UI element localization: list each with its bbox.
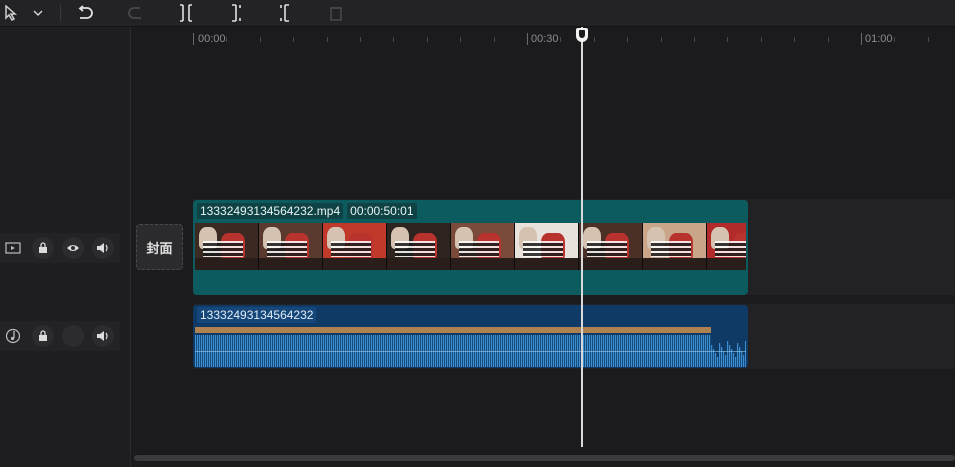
track-header-panel xyxy=(0,27,131,467)
video-thumbnail xyxy=(515,223,579,270)
ruler-label: 01:00 xyxy=(865,33,893,45)
ruler-tick xyxy=(293,37,295,42)
dropdown-chevron-icon[interactable] xyxy=(30,0,46,26)
audio-waveform xyxy=(195,327,746,367)
ruler-tick xyxy=(927,37,929,42)
ruler-tick xyxy=(426,37,428,42)
ruler-tick xyxy=(727,37,729,42)
video-thumbnail xyxy=(387,223,451,270)
video-thumbnail xyxy=(579,223,643,270)
redo-icon[interactable] xyxy=(125,0,147,26)
ruler-tick xyxy=(660,37,662,42)
split-left-icon[interactable] xyxy=(226,0,246,26)
video-thumbnail xyxy=(707,223,746,270)
audio-track-icon xyxy=(2,325,24,347)
cursor-icon[interactable] xyxy=(2,0,20,26)
video-thumbnail xyxy=(323,223,387,270)
playhead[interactable] xyxy=(581,27,583,447)
volume-icon[interactable] xyxy=(92,237,114,259)
ruler-tick xyxy=(393,37,395,42)
ruler-tick xyxy=(560,37,562,42)
eye-icon[interactable] xyxy=(62,237,84,259)
video-clip[interactable]: 13332493134564232.mp4 00:00:50:01 xyxy=(193,200,748,295)
ruler-tick xyxy=(627,37,629,42)
undo-icon[interactable] xyxy=(74,0,96,26)
time-ruler[interactable]: 00:00 00:30 01:00 xyxy=(131,27,955,53)
video-thumbnail xyxy=(451,223,515,270)
lock-icon[interactable] xyxy=(32,325,54,347)
video-thumbnail xyxy=(643,223,707,270)
ruler-label: 00:00 xyxy=(198,33,226,45)
split-icon[interactable] xyxy=(176,0,196,26)
ruler-tick xyxy=(894,37,896,42)
video-clip-duration: 00:00:50:01 xyxy=(347,203,417,219)
ruler-label: 00:30 xyxy=(531,33,559,45)
ruler-tick xyxy=(193,33,194,45)
volume-icon[interactable] xyxy=(92,325,114,347)
split-right-icon[interactable] xyxy=(275,0,295,26)
lock-icon[interactable] xyxy=(32,237,54,259)
ruler-tick xyxy=(360,37,361,42)
video-track-icon xyxy=(2,237,24,259)
horizontal-scrollbar[interactable] xyxy=(134,455,955,461)
cover-button[interactable]: 封面 xyxy=(136,224,183,270)
video-thumbnail-strip xyxy=(195,223,746,270)
audio-clip-name: 13332493134564232 xyxy=(197,307,317,323)
ruler-tick xyxy=(694,37,695,42)
ruler-tick xyxy=(493,37,495,42)
video-clip-header: 13332493134564232.mp4 00:00:50:01 xyxy=(197,203,417,219)
timeline-toolbar xyxy=(0,0,955,27)
ruler-tick xyxy=(794,37,796,42)
ruler-tick xyxy=(326,37,328,42)
ruler-tick xyxy=(827,37,829,42)
empty-control-slot xyxy=(62,325,84,347)
delete-icon[interactable] xyxy=(326,0,346,26)
audio-clip[interactable]: 13332493134564232 xyxy=(193,305,748,368)
video-track-controls xyxy=(0,233,120,263)
ruler-tick xyxy=(226,37,228,42)
ruler-tick xyxy=(460,37,462,42)
ruler-tick xyxy=(593,37,595,42)
ruler-tick xyxy=(527,33,528,45)
video-thumbnail xyxy=(259,223,323,270)
audio-track-controls xyxy=(0,321,120,351)
video-clip-name: 13332493134564232.mp4 xyxy=(197,203,344,219)
ruler-tick xyxy=(760,37,762,42)
playhead-handle[interactable] xyxy=(576,28,588,42)
audio-clip-header: 13332493134564232 xyxy=(197,307,317,323)
ruler-tick xyxy=(861,33,862,45)
toolbar-divider xyxy=(60,5,61,21)
video-thumbnail xyxy=(195,223,259,270)
ruler-tick xyxy=(259,37,261,42)
